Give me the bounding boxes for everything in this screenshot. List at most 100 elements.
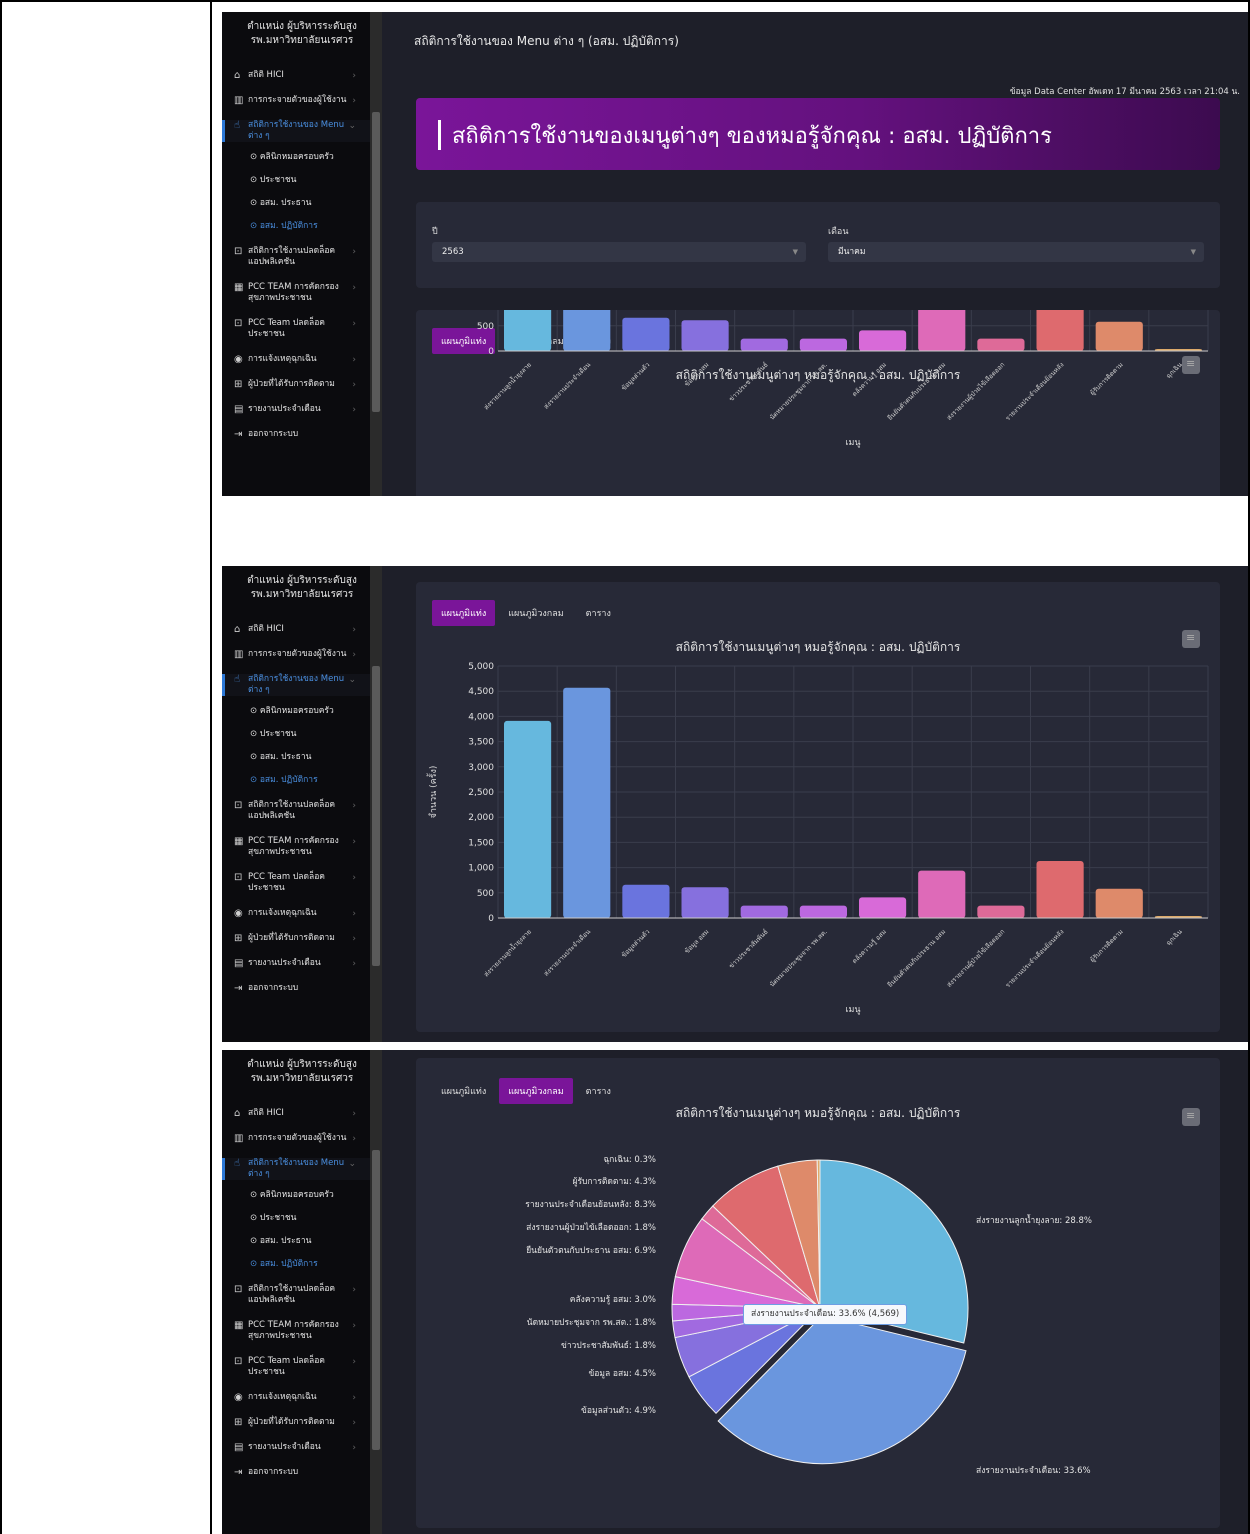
sidebar-item[interactable]: ⊡ PCC Team ปลดล็อคประชาชน › [222, 872, 370, 894]
grid-icon: ▦ [234, 1320, 244, 1331]
sidebar-item[interactable]: ▤ รายงานประจำเดือน › [222, 1442, 370, 1453]
sidebar-item[interactable]: ⇥ ออกจากระบบ [222, 983, 370, 994]
sidebar-item-label: ผู้ป่วยที่ได้รับการติดตาม [248, 379, 335, 389]
bar[interactable] [859, 330, 907, 351]
chevron-icon: › [352, 909, 356, 919]
bar[interactable] [563, 687, 611, 918]
x-tick-label: คลังความรู้ อสม [850, 361, 888, 399]
sidebar-item[interactable]: ◉ การแจ้งเหตุฉุกเฉิน › [222, 908, 370, 919]
sidebar: ตำแหน่ง ผู้บริหารระดับสูง รพ.มหาวิทยาลัยน… [222, 566, 382, 1042]
bar[interactable] [504, 310, 552, 351]
sidebar-item[interactable]: ⌂ สถิติ HICI › [222, 624, 370, 635]
bar[interactable] [918, 310, 966, 351]
sidebar-menu: ⌂ สถิติ HICI › ▥ การกระจายตัวของผู้ใช้งาน › ☝ ส… [222, 70, 370, 454]
logout-icon: ⇥ [234, 1467, 243, 1478]
sidebar-item[interactable]: ⇥ ออกจากระบบ [222, 429, 370, 440]
chevron-icon: › [352, 283, 356, 293]
home-icon: ⌂ [234, 70, 241, 81]
sidebar-subitem[interactable]: ⊙ คลินิกหมอครอบครัว [222, 1190, 370, 1201]
sidebar-item[interactable]: ▦ PCC TEAM การคัดกรองสุขภาพประชาชน › [222, 282, 370, 304]
sidebar-item[interactable]: ◉ การแจ้งเหตุฉุกเฉิน › [222, 354, 370, 365]
bar[interactable] [681, 320, 729, 351]
bar[interactable] [681, 887, 729, 918]
bar[interactable] [622, 317, 670, 351]
sidebar-subitem[interactable]: ⊙ ประชาชน [222, 1213, 370, 1224]
bar[interactable] [918, 870, 966, 918]
sidebar-item[interactable]: ☝ สถิติการใช้งานของ Menu ต่าง ๆ ⌄ [222, 120, 370, 142]
sidebar-item[interactable]: ⊡ PCC Team ปลดล็อคประชาชน › [222, 318, 370, 340]
sidebar-item[interactable]: ▤ รายงานประจำเดือน › [222, 404, 370, 415]
month-label: เดือน [828, 227, 849, 237]
bar[interactable] [740, 338, 788, 351]
sidebar-item-label: ผู้ป่วยที่ได้รับการติดตาม [248, 1417, 335, 1427]
sidebar-subitem-label: อสม. ประธาน [259, 1236, 312, 1246]
screenshot-panel-1: ตำแหน่ง ผู้บริหารระดับสูง รพ.มหาวิทยาลัยน… [222, 12, 1248, 496]
unlock-icon: ⊡ [234, 246, 243, 257]
sidebar-item[interactable]: ▥ การกระจายตัวของผู้ใช้งาน › [222, 1133, 370, 1144]
page-title: สถิติการใช้งานของ Menu ต่าง ๆ (อสม. ปฏิบ… [414, 34, 679, 48]
y-tick-label: 500 [477, 322, 494, 332]
bar[interactable] [1095, 321, 1143, 351]
sidebar-item[interactable]: ◉ การแจ้งเหตุฉุกเฉิน › [222, 1392, 370, 1403]
sidebar-subitem[interactable]: ⊙ อสม. ประธาน [222, 198, 370, 209]
table-divider [210, 0, 212, 1534]
sidebar-item[interactable]: ⊞ ผู้ป่วยที่ได้รับการติดตาม › [222, 1417, 370, 1428]
bar[interactable] [622, 884, 670, 918]
y-tick-label: 1,500 [468, 838, 494, 848]
year-select[interactable]: 2563 ▼ [432, 242, 806, 262]
sidebar-item-label: สถิติการใช้งานของ Menu ต่าง ๆ [248, 120, 345, 141]
sidebar-item[interactable]: ▤ รายงานประจำเดือน › [222, 958, 370, 969]
sidebar-subitem[interactable]: ⊙ อสม. ปฏิบัติการ [222, 775, 370, 786]
bar[interactable] [1095, 888, 1143, 918]
sidebar-item[interactable]: ⌂ สถิติ HICI › [222, 70, 370, 81]
sidebar-item[interactable]: ☝ สถิติการใช้งานของ Menu ต่าง ๆ ⌄ [222, 1158, 370, 1180]
sidebar-item[interactable]: ▦ PCC TEAM การคัดกรองสุขภาพประชาชน › [222, 836, 370, 858]
bar[interactable] [799, 905, 847, 918]
sidebar-scrollbar-thumb[interactable] [372, 1150, 380, 1450]
sidebar-item[interactable]: ⊡ สถิติการใช้งานปลดล็อคแอปพลิเคชัน › [222, 800, 370, 822]
bar[interactable] [1036, 861, 1084, 918]
sidebar-subitem[interactable]: ⊙ คลินิกหมอครอบครัว [222, 152, 370, 163]
sidebar-item[interactable]: ⇥ ออกจากระบบ [222, 1467, 370, 1478]
y-tick-label: 500 [477, 889, 494, 899]
sidebar-item-label: PCC Team ปลดล็อคประชาชน [248, 318, 325, 339]
sidebar-item-label: PCC Team ปลดล็อคประชาชน [248, 1356, 325, 1377]
bar[interactable] [859, 897, 907, 918]
sidebar-item[interactable]: ⊞ ผู้ป่วยที่ได้รับการติดตาม › [222, 933, 370, 944]
sidebar-subitem[interactable]: ⊙ อสม. ประธาน [222, 752, 370, 763]
bar[interactable] [799, 338, 847, 351]
bar[interactable] [977, 338, 1025, 351]
sidebar-item[interactable]: ⊞ ผู้ป่วยที่ได้รับการติดตาม › [222, 379, 370, 390]
sidebar-item[interactable]: ⊡ PCC Team ปลดล็อคประชาชน › [222, 1356, 370, 1378]
sidebar-item[interactable]: ⊡ สถิติการใช้งานปลดล็อคแอปพลิเคชัน › [222, 1284, 370, 1306]
x-tick-label: ผู้รับการติดตาม [1089, 928, 1125, 964]
sidebar-item[interactable]: ⊡ สถิติการใช้งานปลดล็อคแอปพลิเคชัน › [222, 246, 370, 268]
x-tick-label: ข้อมูล อสม [683, 928, 710, 955]
bar[interactable] [504, 720, 552, 918]
sidebar-subitem[interactable]: ⊙ ประชาชน [222, 729, 370, 740]
month-select[interactable]: มีนาคม ▼ [828, 242, 1204, 262]
bar[interactable] [740, 905, 788, 918]
sidebar-subitem[interactable]: ⊙ อสม. ปฏิบัติการ [222, 1259, 370, 1270]
sidebar-subitem[interactable]: ⊙ คลินิกหมอครอบครัว [222, 706, 370, 717]
bar[interactable] [977, 905, 1025, 918]
hand-pointer-icon: ☝ [234, 1158, 241, 1169]
chevron-icon: › [352, 801, 356, 811]
radio-icon: ⊙ [250, 152, 260, 162]
sidebar-item[interactable]: ▦ PCC TEAM การคัดกรองสุขภาพประชาชน › [222, 1320, 370, 1342]
radio-icon: ⊙ [250, 198, 260, 208]
sidebar-scrollbar-thumb[interactable] [372, 666, 380, 966]
sidebar-subitem[interactable]: ⊙ อสม. ประธาน [222, 1236, 370, 1247]
sidebar-item[interactable]: ⌂ สถิติ HICI › [222, 1108, 370, 1119]
sidebar-item[interactable]: ☝ สถิติการใช้งานของ Menu ต่าง ๆ ⌄ [222, 674, 370, 696]
bar[interactable] [563, 310, 611, 351]
sidebar-subitem[interactable]: ⊙ ประชาชน [222, 175, 370, 186]
bar[interactable] [1036, 310, 1084, 351]
sidebar-subitem[interactable]: ⊙ อสม. ปฏิบัติการ [222, 221, 370, 232]
sidebar-scrollbar-thumb[interactable] [372, 112, 380, 412]
pie-slice-label: คลังความรู้ อสม: 3.0% [570, 1294, 656, 1305]
sidebar-item[interactable]: ▥ การกระจายตัวของผู้ใช้งาน › [222, 95, 370, 106]
sidebar-header: ตำแหน่ง ผู้บริหารระดับสูง รพ.มหาวิทยาลัยน… [222, 12, 382, 60]
chart-card: แผนภูมิแท่งแผนภูมิวงกลมตาราง สถิติการใช้… [416, 582, 1220, 1032]
sidebar-item[interactable]: ▥ การกระจายตัวของผู้ใช้งาน › [222, 649, 370, 660]
